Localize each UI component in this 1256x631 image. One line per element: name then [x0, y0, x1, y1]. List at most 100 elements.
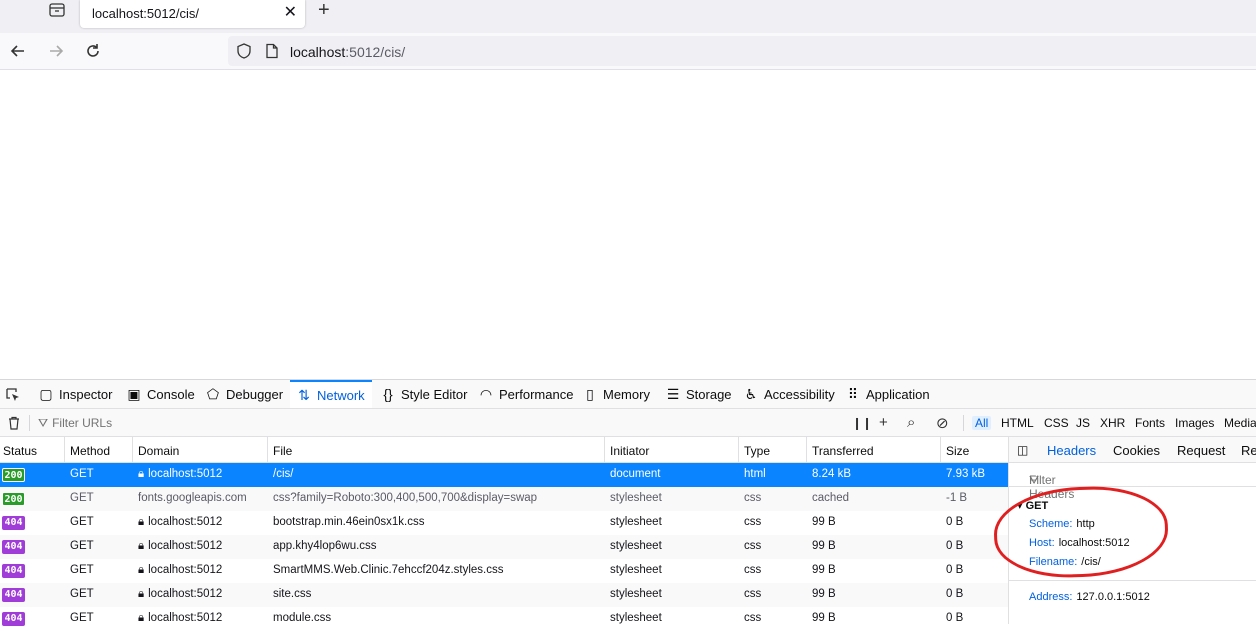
tool-inspector[interactable]: ▢ Inspector [38, 380, 112, 408]
request-row[interactable]: 404 GET 🔒︎ localhost:5012 bootstrap.min.4… [0, 511, 1008, 535]
request-size: -1 B [946, 492, 968, 504]
page-icon[interactable] [264, 43, 280, 59]
filter-icon: ⛛ [38, 416, 49, 430]
request-row[interactable]: 404 GET 🔒︎ localhost:5012 SmartMMS.Web.Cl… [0, 559, 1008, 583]
request-method: GET [70, 516, 94, 528]
request-domain: fonts.googleapis.com [138, 492, 247, 504]
toggle-panel-icon[interactable]: ◫ [1017, 443, 1028, 457]
tool-application[interactable]: ⠿ Application [845, 380, 930, 408]
request-size: 0 B [946, 516, 964, 528]
search-icon[interactable]: ⌕ [907, 414, 915, 431]
pause-icon[interactable]: ❙❙ [852, 416, 872, 430]
domain-text: localhost:5012 [148, 564, 223, 576]
memory-icon: ▯ [586, 385, 594, 402]
col-initiator[interactable]: Initiator [610, 444, 649, 458]
url-bar[interactable]: localhost:5012/cis/ [228, 36, 1256, 66]
request-row[interactable]: 404 GET 🔒︎ localhost:5012 site.css styles… [0, 583, 1008, 607]
back-arrow-icon[interactable] [8, 41, 28, 61]
col-transferred[interactable]: Transferred [812, 444, 874, 458]
tab-request[interactable]: Request [1177, 443, 1225, 458]
lock-icon: 🔒︎ [138, 588, 145, 600]
tool-debugger[interactable]: ⬠ Debugger [205, 380, 283, 408]
reload-icon[interactable] [83, 41, 103, 61]
request-row[interactable]: 404 GET 🔒︎ localhost:5012 app.khy4lop6wu.… [0, 535, 1008, 559]
status-badge: 404 [2, 588, 25, 602]
request-row[interactable]: 404 GET 🔒︎ localhost:5012 module.css styl… [0, 607, 1008, 631]
filter-css[interactable]: CSS [1044, 416, 1069, 430]
domain-text: localhost:5012 [148, 588, 223, 600]
url-text: localhost:5012/cis/ [290, 44, 405, 60]
status-badge: 404 [2, 612, 25, 626]
close-tab-icon[interactable]: ✕ [284, 2, 297, 22]
request-method: GET [70, 468, 94, 480]
style-editor-icon: {} [383, 386, 393, 402]
storage-icon: ☰ [666, 385, 680, 402]
status-badge: 200 [2, 492, 25, 506]
request-row[interactable]: 200 GET 🔒︎ localhost:5012 /cis/ document … [0, 463, 1008, 487]
request-method: GET [70, 588, 94, 600]
request-transferred: 99 B [812, 588, 836, 600]
filter-media[interactable]: Media [1224, 416, 1256, 430]
tool-memory[interactable]: ▯ Memory [582, 380, 650, 408]
tool-label: Inspector [59, 386, 113, 402]
filter-html[interactable]: HTML [1001, 416, 1034, 430]
tool-style-editor[interactable]: {} Style Editor [380, 380, 467, 408]
url-path: :5012/cis/ [345, 44, 406, 60]
filter-all[interactable]: All [972, 416, 992, 430]
col-type[interactable]: Type [744, 444, 770, 458]
filter-headers-input[interactable]: ⛛ Filter Headers [1009, 463, 1256, 501]
performance-icon: ◠ [479, 385, 493, 402]
request-row[interactable]: 200 GET fonts.googleapis.com css?family=… [0, 487, 1008, 511]
tab-list-icon[interactable] [48, 0, 66, 18]
browser-tabstrip: localhost:5012/cis/ ✕ + [0, 0, 1256, 33]
col-status[interactable]: Status [3, 444, 37, 458]
status-badge: 200 [2, 468, 25, 482]
tool-storage[interactable]: ☰ Storage [665, 380, 732, 408]
trash-icon[interactable] [7, 416, 21, 430]
new-tab-button[interactable]: + [318, 0, 330, 22]
col-size[interactable]: Size [946, 444, 969, 458]
request-initiator: stylesheet [610, 516, 662, 528]
request-type: css [744, 540, 762, 552]
request-transferred: 99 B [812, 516, 836, 528]
col-method[interactable]: Method [70, 444, 110, 458]
tab-response[interactable]: Res [1241, 443, 1256, 458]
tab-title: localhost:5012/cis/ [92, 6, 199, 21]
tool-label: Network [317, 387, 365, 403]
col-file[interactable]: File [273, 444, 292, 458]
request-table-header: Status Method Domain File Initiator Type… [0, 437, 1008, 463]
tab-headers[interactable]: Headers [1047, 443, 1096, 458]
filter-images[interactable]: Images [1175, 416, 1214, 430]
status-badge: 404 [2, 564, 25, 578]
col-domain[interactable]: Domain [138, 444, 179, 458]
browser-tab[interactable]: localhost:5012/cis/ ✕ [80, 0, 305, 28]
debugger-icon: ⬠ [206, 385, 220, 402]
block-icon[interactable]: ⊘ [936, 414, 949, 432]
tool-accessibility[interactable]: ♿ Accessibility [743, 380, 835, 408]
request-initiator: stylesheet [610, 588, 662, 600]
add-icon[interactable]: + [879, 414, 888, 431]
tool-label: Accessibility [764, 386, 835, 402]
request-type: css [744, 516, 762, 528]
filter-urls-input[interactable]: ⛛ Filter URLs [38, 416, 112, 431]
status-badge: 404 [2, 516, 25, 530]
forward-arrow-icon[interactable] [46, 41, 66, 61]
element-picker-icon[interactable] [5, 387, 21, 403]
request-method: GET [70, 540, 94, 552]
filter-fonts[interactable]: Fonts [1135, 416, 1165, 430]
request-type: html [744, 468, 766, 480]
domain-text: localhost:5012 [148, 516, 223, 528]
page-content [0, 70, 1256, 379]
address-value: 127.0.0.1:5012 [1076, 591, 1150, 603]
shield-icon[interactable] [236, 43, 252, 59]
tab-cookies[interactable]: Cookies [1113, 443, 1160, 458]
tool-label: Storage [686, 386, 732, 402]
tool-label: Application [866, 386, 930, 402]
filter-js[interactable]: JS [1076, 416, 1090, 430]
request-initiator: document [610, 468, 661, 480]
tool-network[interactable]: ⇅ Network [290, 380, 372, 408]
tool-performance[interactable]: ◠ Performance [478, 380, 574, 408]
tool-console[interactable]: ▣ Console [126, 380, 194, 408]
devtools-toolbar: ▢ Inspector ▣ Console ⬠ Debugger ⇅ Network {… [0, 380, 1256, 409]
filter-xhr[interactable]: XHR [1100, 416, 1125, 430]
